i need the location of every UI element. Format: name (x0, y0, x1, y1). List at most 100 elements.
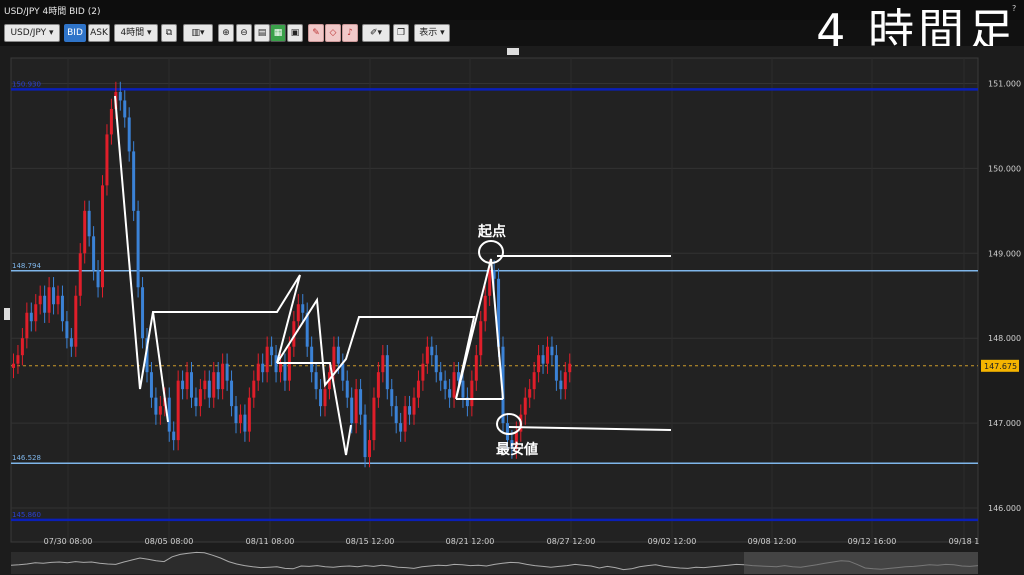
candle-body (341, 363, 345, 381)
candle-body (25, 312, 29, 339)
candle-body (470, 380, 474, 407)
candle-body (452, 372, 456, 398)
candle-body (52, 287, 56, 305)
candle-body (412, 397, 416, 415)
candle-body (29, 312, 33, 322)
candle-body (354, 389, 358, 424)
candle-body (198, 389, 202, 407)
candle-body (216, 372, 220, 390)
candle-body (78, 253, 82, 296)
candle-body (194, 397, 198, 407)
level-label: 145.860 (12, 511, 41, 519)
window-title: USD/JPY 4時間 BID (2) (4, 7, 101, 17)
candle-body (190, 372, 193, 398)
draw-line-icon[interactable]: ✎ (308, 24, 324, 42)
candle-body (203, 380, 207, 390)
candle-body (132, 151, 136, 211)
candle-body (296, 304, 300, 322)
candle-body (69, 338, 73, 347)
grid-icon[interactable]: ▦ (270, 24, 286, 42)
copy-icon[interactable]: ⧉ (161, 24, 177, 42)
candle-body (96, 270, 100, 288)
candle-body (38, 295, 42, 305)
candle-body (234, 406, 238, 424)
candle-body (323, 389, 327, 407)
candle-body (212, 372, 216, 398)
y-tick-label: 148.000 (988, 334, 1021, 343)
candle-body (261, 363, 265, 373)
chart-type-icon[interactable]: ▥▾ (183, 24, 213, 42)
candlestick-chart[interactable]: 150.930 148.794 146.528 145.860 起点最安値 151.0… (0, 46, 1024, 575)
candle-body (221, 363, 225, 390)
candle-body (376, 372, 380, 398)
candle-body (87, 210, 91, 237)
candle-body (385, 355, 389, 390)
candle-body (185, 372, 189, 390)
timeframe-select[interactable]: 4時間 ▾ (114, 24, 158, 42)
x-tick-label: 09/12 16:00 (848, 537, 897, 546)
candle-body (505, 423, 509, 441)
candle-body (528, 389, 532, 398)
display-menu[interactable]: 表示 ▾ (414, 24, 450, 42)
candle-body (381, 355, 385, 373)
price-tag-label: 147.675 (984, 362, 1017, 371)
candle-body (225, 363, 229, 381)
candle-body (554, 355, 558, 381)
pair-select[interactable]: USD/JPY ▾ (4, 24, 60, 42)
layout-icon[interactable]: ▤ (254, 24, 270, 42)
y-tick-label: 149.000 (988, 249, 1021, 258)
window-icon[interactable]: ▣ (287, 24, 303, 42)
level-label: 150.930 (12, 80, 41, 88)
candle-body (149, 372, 153, 398)
candle-body (336, 346, 340, 364)
candle-body (256, 363, 260, 381)
layers-icon[interactable]: ❐ (393, 24, 409, 42)
display-menu-label: 表示 (419, 28, 438, 38)
collapse-handle[interactable] (507, 48, 519, 55)
candle-body (359, 389, 363, 415)
draw-text-icon[interactable]: ♪ (342, 24, 358, 42)
ask-button[interactable]: ASK (88, 24, 110, 42)
candle-body (167, 397, 171, 432)
candle-body (47, 287, 51, 313)
candle-body (443, 380, 447, 390)
side-handle[interactable] (4, 308, 10, 320)
candle-body (559, 380, 563, 390)
zoom-in-icon[interactable]: ⊕ (218, 24, 234, 42)
x-tick-label: 08/21 12:00 (446, 537, 495, 546)
draw-shape-icon[interactable]: ◇ (325, 24, 341, 42)
candle-body (550, 346, 554, 356)
candle-body (563, 372, 567, 390)
candle-body (301, 304, 305, 313)
candle-body (154, 397, 158, 415)
candle-body (430, 346, 434, 356)
candle-body (416, 380, 420, 398)
y-tick-label: 147.000 (988, 419, 1021, 428)
candle-body (394, 406, 398, 424)
level-label: 148.794 (12, 262, 41, 270)
y-tick-label: 150.000 (988, 164, 1021, 173)
candle-body (238, 414, 242, 424)
candle-body (461, 380, 465, 398)
candle-body (65, 321, 69, 339)
candle-body (56, 295, 60, 305)
zoom-out-icon[interactable]: ⊖ (236, 24, 252, 42)
navigator[interactable] (10, 551, 979, 574)
chart-area[interactable]: 150.930 148.794 146.528 145.860 起点 最安値 151.0… (0, 46, 1024, 575)
candle-body (474, 355, 478, 381)
candle-body (127, 117, 131, 152)
candle-body (399, 423, 403, 432)
x-tick-label: 08/15 12:00 (346, 537, 395, 546)
candle-body (230, 380, 234, 407)
x-tick-label: 09/02 12:00 (648, 537, 697, 546)
low-label: 最安値 (496, 441, 538, 458)
pen-icon[interactable]: ✐▾ (362, 24, 390, 42)
bid-button[interactable]: BID (64, 24, 86, 42)
x-tick-label: 09/18 1 (949, 537, 980, 546)
x-tick-label: 08/27 12:00 (547, 537, 596, 546)
candle-body (123, 100, 127, 118)
candle-body (141, 287, 145, 339)
candle-body (332, 346, 336, 373)
candle-body (252, 380, 256, 398)
candle-body (390, 389, 394, 407)
